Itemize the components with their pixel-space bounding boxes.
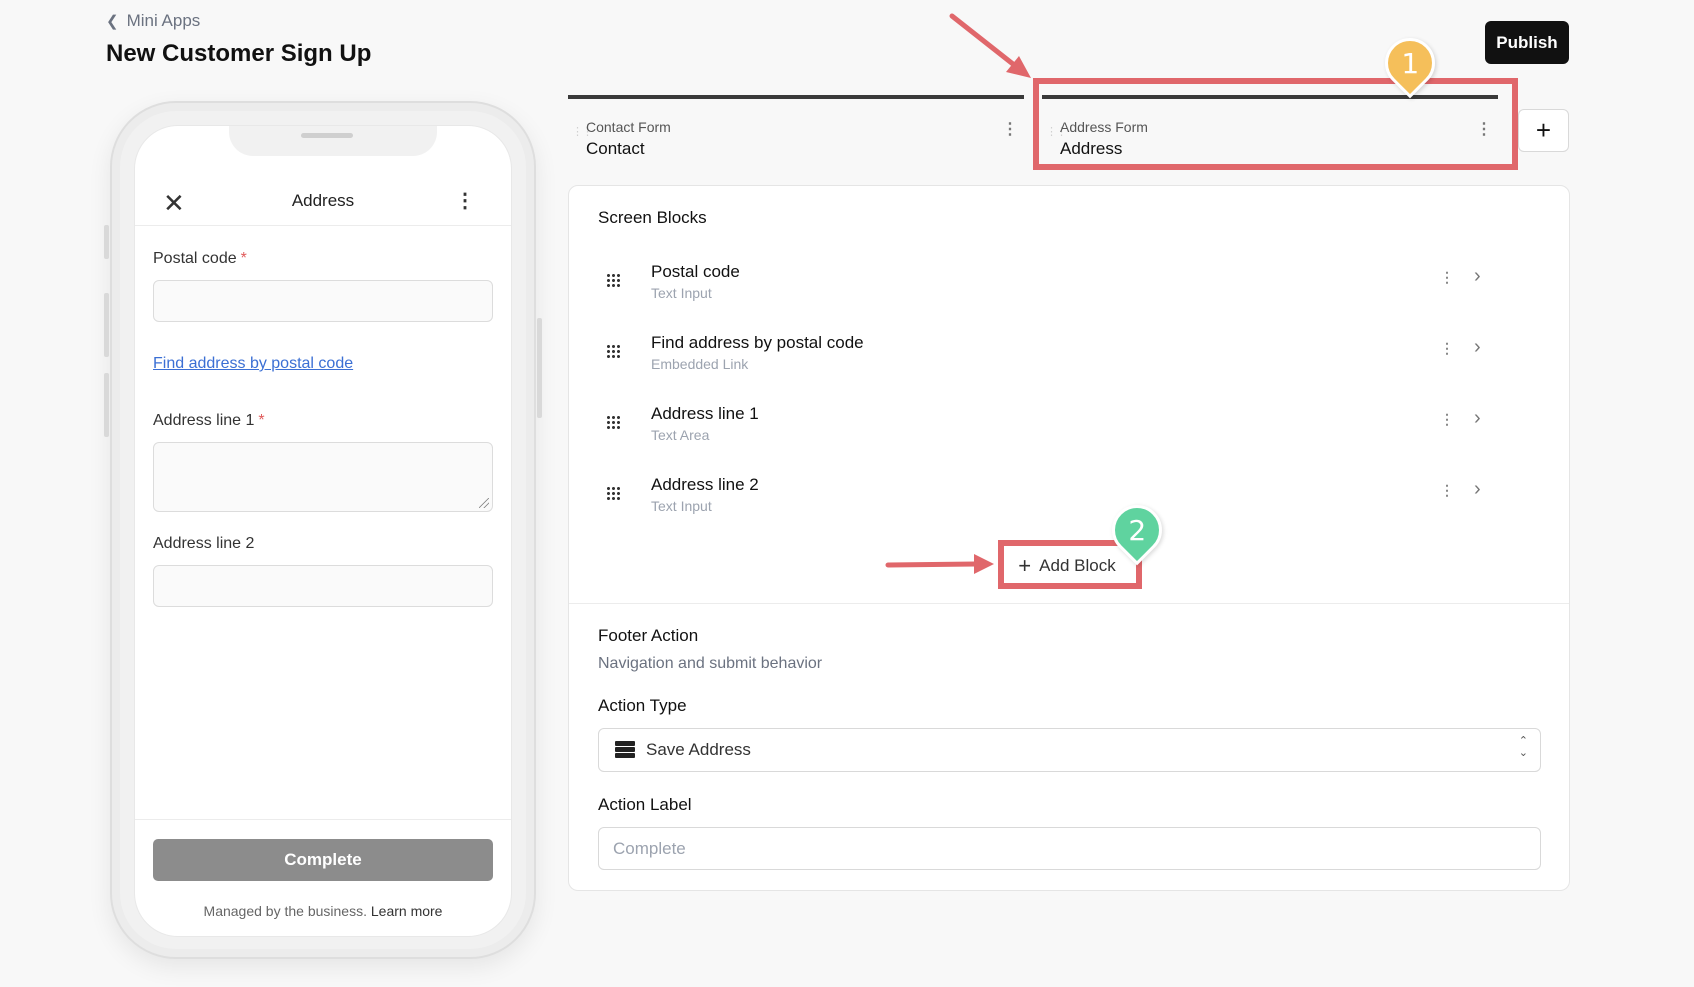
postal-code-label: Postal code * xyxy=(153,250,247,268)
phone-topbar: ✕ Address ⋮ xyxy=(135,176,511,226)
screen-editor-panel: Screen Blocks Postal code Text Input ⋮ ›… xyxy=(568,185,1570,891)
tab-title: Address xyxy=(1060,139,1123,158)
action-type-label: Action Type xyxy=(598,696,687,715)
address-line-2-label-text: Address line 2 xyxy=(153,535,255,552)
phone-volume-down xyxy=(104,373,109,437)
learn-more-link[interactable]: Learn more xyxy=(371,903,443,919)
kebab-menu-icon[interactable]: ⋮ xyxy=(1440,269,1454,286)
add-block-label: Add Block xyxy=(1039,556,1116,575)
address-line-2-input[interactable] xyxy=(153,565,493,607)
tab-subtitle: Address Form xyxy=(1060,119,1148,135)
managed-text: Managed by the business. xyxy=(203,903,367,919)
block-type: Text Area xyxy=(651,427,710,443)
drag-handle-icon[interactable] xyxy=(606,344,622,360)
action-label-input[interactable] xyxy=(598,827,1541,870)
phone-screen: ✕ Address ⋮ Postal code * Find address by… xyxy=(134,125,512,937)
phone-volume-up xyxy=(104,293,109,357)
tab-contact-form[interactable]: ⋮⋮ Contact Form Contact ⋮ xyxy=(568,95,1024,167)
phone-screen-title: Address xyxy=(291,190,355,210)
publish-button[interactable]: Publish xyxy=(1485,21,1569,64)
action-label-label: Action Label xyxy=(598,795,692,814)
block-row[interactable]: Postal code Text Input ⋮ › xyxy=(598,259,1543,315)
add-tab-button[interactable]: + xyxy=(1518,109,1569,152)
footer-action-description: Navigation and submit behavior xyxy=(598,655,823,672)
step-number: 2 xyxy=(1128,513,1146,547)
back-link-label: Mini Apps xyxy=(126,11,201,30)
managed-notice: Managed by the business. Learn more xyxy=(135,903,511,919)
resize-handle-icon[interactable] xyxy=(479,498,489,508)
block-name: Find address by postal code xyxy=(651,333,864,352)
phone-mute-switch xyxy=(104,225,109,259)
kebab-menu-icon[interactable]: ⋮ xyxy=(455,188,475,213)
chevron-up-down-icon: ⌃ ⌄ xyxy=(1518,735,1528,759)
phone-notch xyxy=(229,126,437,156)
phone-footer-divider xyxy=(135,819,511,820)
chevron-left-icon: ❮ xyxy=(106,13,119,30)
block-type: Text Input xyxy=(651,498,712,514)
address-line-1-label: Address line 1 * xyxy=(153,412,265,430)
page-title: New Customer Sign Up xyxy=(106,40,372,67)
block-row[interactable]: Address line 2 Text Input ⋮ › xyxy=(598,472,1543,528)
block-name: Address line 2 xyxy=(651,475,759,494)
phone-preview: ✕ Address ⋮ Postal code * Find address by… xyxy=(104,101,542,959)
tab-subtitle: Contact Form xyxy=(586,119,671,135)
step-badge-1: 1 xyxy=(1374,27,1446,99)
block-row[interactable]: Find address by postal code Embedded Lin… xyxy=(598,330,1543,386)
required-marker: * xyxy=(258,412,265,429)
drag-handle-icon[interactable] xyxy=(606,273,622,289)
postal-code-label-text: Postal code xyxy=(153,250,237,267)
kebab-menu-icon[interactable]: ⋮ xyxy=(1440,340,1454,357)
chevron-right-icon[interactable]: › xyxy=(1474,407,1481,430)
address-line-1-label-text: Address line 1 xyxy=(153,412,255,429)
drag-handle-icon[interactable] xyxy=(606,415,622,431)
complete-button[interactable]: Complete xyxy=(153,839,493,881)
chevron-right-icon[interactable]: › xyxy=(1474,336,1481,359)
arrow-to-tab xyxy=(949,13,1031,78)
kebab-menu-icon[interactable]: ⋮ xyxy=(1002,119,1018,139)
block-name: Address line 1 xyxy=(651,404,759,423)
block-type: Embedded Link xyxy=(651,356,749,372)
footer-action-title: Footer Action xyxy=(598,626,699,645)
address-line-2-label: Address line 2 xyxy=(153,535,254,553)
address-line-1-textarea[interactable] xyxy=(153,442,493,512)
block-row[interactable]: Address line 1 Text Area ⋮ › xyxy=(598,401,1543,457)
add-block-button[interactable]: + Add Block xyxy=(1009,549,1125,583)
phone-power-button xyxy=(537,318,542,418)
required-marker: * xyxy=(240,250,247,267)
server-icon xyxy=(615,741,635,759)
screen-blocks-title: Screen Blocks xyxy=(598,208,707,227)
block-name: Postal code xyxy=(651,262,740,281)
kebab-menu-icon[interactable]: ⋮ xyxy=(1440,482,1454,499)
tab-address-form[interactable]: ⋮⋮ Address Form Address ⋮ xyxy=(1042,95,1498,167)
chevron-right-icon[interactable]: › xyxy=(1474,265,1481,288)
section-divider xyxy=(569,603,1569,604)
action-type-value: Save Address xyxy=(646,740,751,759)
back-link[interactable]: ❮ Mini Apps xyxy=(106,11,200,31)
action-type-select[interactable]: Save Address ⌃ ⌄ xyxy=(598,728,1541,772)
plus-icon: + xyxy=(1018,553,1032,578)
find-address-link[interactable]: Find address by postal code xyxy=(153,355,353,373)
close-icon[interactable]: ✕ xyxy=(163,188,185,219)
kebab-menu-icon[interactable]: ⋮ xyxy=(1476,119,1492,139)
step-number: 1 xyxy=(1401,46,1419,80)
block-type: Text Input xyxy=(651,285,712,301)
postal-code-input[interactable] xyxy=(153,280,493,322)
drag-handle-icon[interactable] xyxy=(606,486,622,502)
kebab-menu-icon[interactable]: ⋮ xyxy=(1440,411,1454,428)
tab-title: Contact xyxy=(586,139,645,158)
chevron-right-icon[interactable]: › xyxy=(1474,478,1481,501)
